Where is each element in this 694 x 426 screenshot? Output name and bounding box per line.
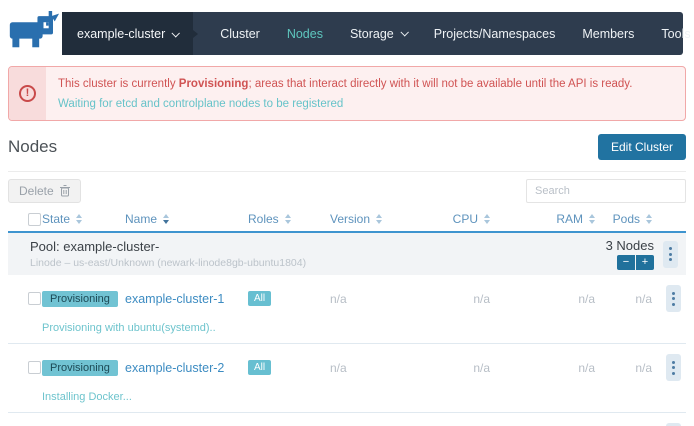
nav-item-storage[interactable]: Storage: [350, 27, 407, 41]
column-header-name[interactable]: Name: [125, 212, 248, 226]
delete-button-label: Delete: [19, 184, 54, 198]
scale-up-button[interactable]: +: [636, 255, 654, 270]
pool-subtitle: Linode – us-east/Unknown (newark-linode8…: [30, 257, 306, 269]
nav-items: Cluster Nodes Storage Projects/Namespace…: [220, 27, 694, 41]
column-header-ram-label: RAM: [556, 212, 583, 226]
column-header-cpu[interactable]: CPU: [430, 212, 490, 226]
pool-scale: 3 Nodes − +: [606, 238, 654, 270]
scale-down-button[interactable]: −: [617, 255, 635, 270]
pool-info: Pool: example-cluster- Linode – us-east/…: [30, 239, 306, 269]
pool-scale-buttons: − +: [617, 255, 654, 270]
row-checkbox[interactable]: [28, 292, 41, 305]
table-row: Provisioning example-cluster-3 All n/a n…: [8, 413, 686, 426]
role-badge: All: [248, 360, 271, 375]
pods-value: n/a: [635, 361, 652, 375]
column-header-version-label: Version: [330, 212, 370, 226]
column-header-ram[interactable]: RAM: [490, 212, 595, 226]
sort-icon: [285, 214, 291, 224]
column-header-name-label: Name: [125, 212, 157, 226]
edit-cluster-button[interactable]: Edit Cluster: [598, 134, 686, 160]
selector-arrow: [193, 30, 198, 38]
main-navbar: example-cluster Cluster Nodes Storage Pr…: [62, 12, 683, 55]
column-header-roles[interactable]: Roles: [248, 212, 330, 226]
alert-message-prefix: This cluster is currently: [58, 78, 179, 90]
rancher-cow-icon: [8, 11, 60, 49]
provisioning-alert-banner: ! This cluster is currently Provisioning…: [8, 66, 686, 121]
column-header-cpu-label: CPU: [453, 212, 478, 226]
cpu-value: n/a: [473, 361, 490, 375]
nav-item-tools-label: Tools: [661, 27, 690, 41]
nav-item-members[interactable]: Members: [582, 27, 634, 41]
row-menu-button[interactable]: [666, 285, 681, 312]
cpu-value: n/a: [473, 292, 490, 306]
sort-icon: [376, 214, 382, 224]
alert-icon-strip: !: [9, 67, 46, 120]
row-checkbox[interactable]: [28, 361, 41, 374]
page-title: Nodes: [8, 137, 57, 157]
table-row: Provisioning example-cluster-1 All n/a n…: [8, 275, 686, 344]
sort-icon: [163, 214, 169, 224]
pool-title: Pool: example-cluster-: [30, 239, 306, 254]
version-value: n/a: [330, 361, 347, 375]
alert-sub-message: Waiting for etcd and controlplane nodes …: [58, 94, 632, 114]
table-header-row: State Name Roles Version CPU RAM Pods: [8, 207, 686, 233]
nav-item-tools[interactable]: Tools: [661, 27, 694, 41]
nav-item-projects-namespaces[interactable]: Projects/Namespaces: [434, 27, 556, 41]
table-toolbar: Delete: [8, 179, 686, 203]
pods-value: n/a: [635, 292, 652, 306]
version-value: n/a: [330, 292, 347, 306]
cluster-selector-label: example-cluster: [77, 27, 165, 41]
column-header-state-label: State: [42, 212, 70, 226]
table-row: Provisioning example-cluster-2 All n/a n…: [8, 344, 686, 413]
ram-value: n/a: [578, 361, 595, 375]
chevron-down-icon: [172, 29, 180, 37]
cluster-selector[interactable]: example-cluster: [62, 12, 193, 55]
rancher-logo[interactable]: [6, 10, 62, 50]
alert-message-suffix: ; areas that interact directly with it w…: [248, 78, 632, 90]
nav-item-nodes[interactable]: Nodes: [287, 27, 323, 41]
column-header-version[interactable]: Version: [330, 212, 430, 226]
chevron-down-icon: [400, 28, 408, 36]
node-status-message: Installing Docker...: [8, 391, 686, 403]
search-input[interactable]: [526, 179, 686, 203]
alert-icon: !: [19, 85, 36, 102]
alert-body: This cluster is currently Provisioning; …: [46, 67, 644, 120]
header-divider: [8, 171, 686, 172]
top-bar: example-cluster Cluster Nodes Storage Pr…: [0, 0, 694, 55]
sort-icon: [76, 214, 82, 224]
state-badge: Provisioning: [42, 291, 118, 307]
pool-menu-button[interactable]: [663, 241, 678, 268]
column-header-pods[interactable]: Pods: [595, 212, 652, 226]
node-name-link[interactable]: example-cluster-1: [125, 292, 224, 306]
row-menu-button[interactable]: [666, 354, 681, 381]
role-badge: All: [248, 291, 271, 306]
page-header: Nodes Edit Cluster: [8, 134, 686, 160]
sort-icon: [646, 214, 652, 224]
node-name-link[interactable]: example-cluster-2: [125, 361, 224, 375]
column-header-pods-label: Pods: [613, 212, 640, 226]
alert-message-state: Provisioning: [179, 78, 249, 90]
column-header-state[interactable]: State: [42, 212, 125, 226]
nav-item-storage-label: Storage: [350, 27, 394, 41]
pool-controls: 3 Nodes − +: [606, 238, 678, 270]
column-header-roles-label: Roles: [248, 212, 279, 226]
nav-item-cluster[interactable]: Cluster: [220, 27, 260, 41]
node-pool-row: Pool: example-cluster- Linode – us-east/…: [8, 233, 686, 275]
table-body: Provisioning example-cluster-1 All n/a n…: [8, 275, 686, 426]
trash-icon: [60, 185, 70, 197]
node-row-main: Provisioning example-cluster-2 All n/a n…: [8, 354, 686, 381]
ram-value: n/a: [578, 292, 595, 306]
pool-node-count: 3 Nodes: [606, 238, 654, 253]
delete-button[interactable]: Delete: [8, 179, 81, 203]
alert-message: This cluster is currently Provisioning; …: [58, 74, 632, 94]
select-all-checkbox[interactable]: [28, 213, 41, 226]
state-badge: Provisioning: [42, 360, 118, 376]
node-row-main: Provisioning example-cluster-1 All n/a n…: [8, 285, 686, 312]
nodes-table: State Name Roles Version CPU RAM Pods Po…: [8, 207, 686, 426]
node-status-message: Provisioning with ubuntu(systemd)..: [8, 322, 686, 334]
